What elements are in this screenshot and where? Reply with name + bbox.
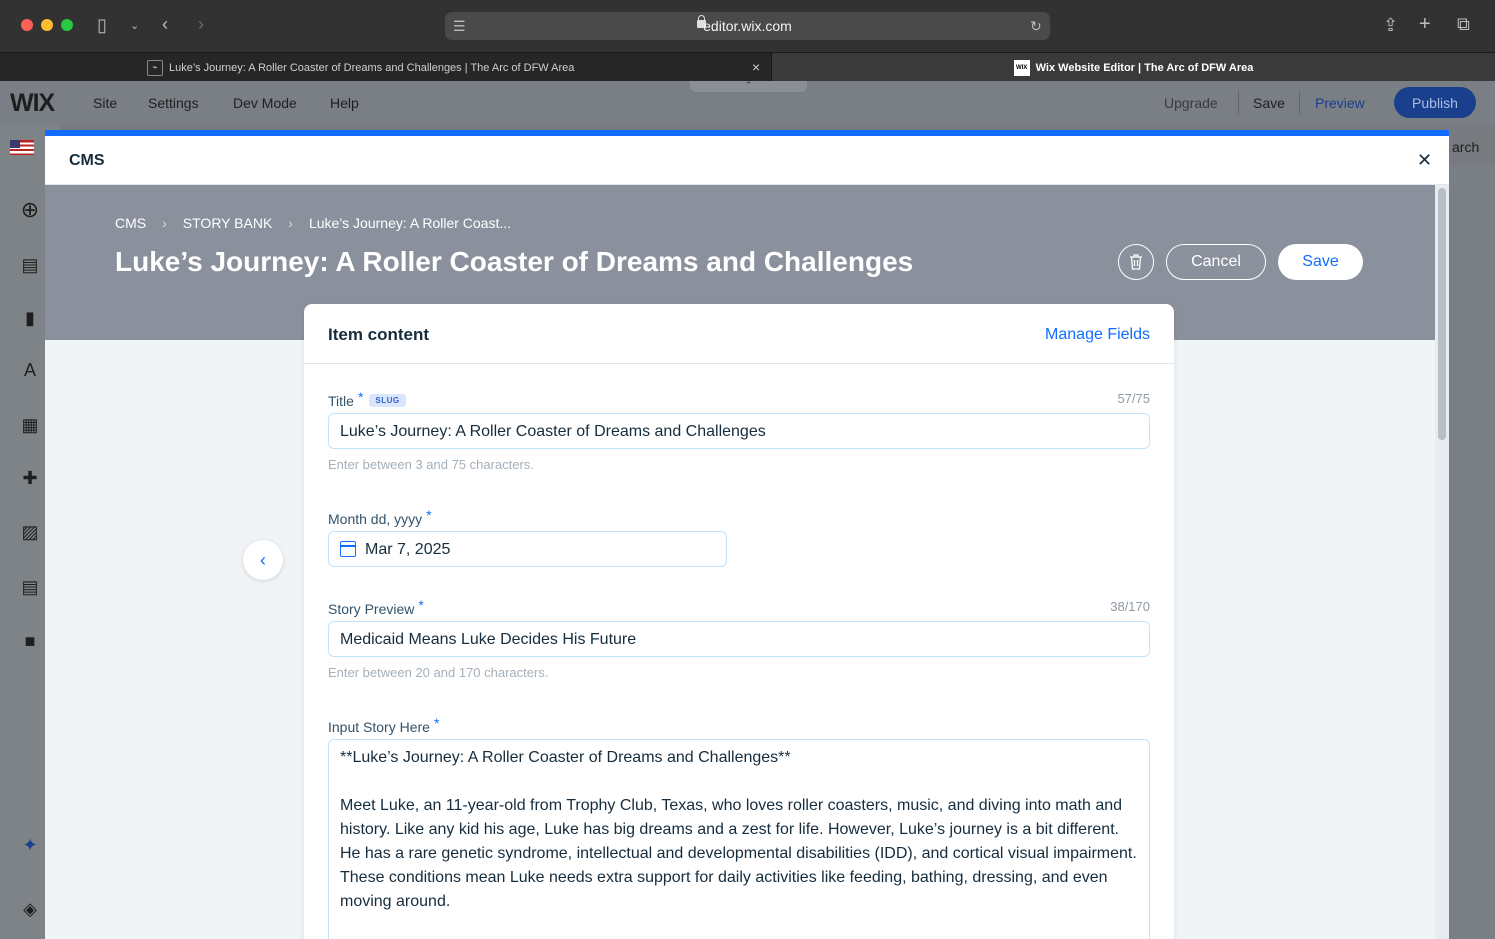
chevron-down-icon[interactable]: ⌄ bbox=[130, 17, 139, 35]
item-content-card: Item content Manage Fields Title * SLUG 57… bbox=[304, 304, 1174, 939]
date-field-label: Month dd, yyyy * bbox=[328, 507, 432, 527]
delete-item-button[interactable] bbox=[1118, 244, 1154, 280]
story-preview-label-text: Story Preview bbox=[328, 601, 415, 617]
browser-titlebar: ▯ ⌄ ‹ › ☰ editor.wix.com ↻ ⇪ + ⧉ bbox=[0, 0, 1495, 52]
story-preview-input-value: Medicaid Means Luke Decides His Future bbox=[340, 631, 637, 648]
tab-overview-icon[interactable]: ⧉ bbox=[1457, 15, 1470, 33]
media-icon[interactable]: ▨ bbox=[20, 522, 40, 542]
divider bbox=[1299, 91, 1300, 115]
language-flag-icon[interactable] bbox=[10, 140, 34, 155]
menu-dev-mode[interactable]: Dev Mode bbox=[233, 95, 297, 111]
title-input-value: Luke’s Journey: A Roller Coaster of Drea… bbox=[340, 423, 766, 440]
collapse-topbar-handle[interactable]: ⌃ bbox=[690, 81, 807, 92]
date-label-text: Month dd, yyyy bbox=[328, 511, 423, 527]
chevron-right-icon: › bbox=[162, 215, 167, 231]
cms-icon[interactable]: ▤ bbox=[20, 577, 40, 597]
story-preview-input[interactable]: Medicaid Means Luke Decides His Future bbox=[328, 621, 1150, 657]
sections-icon[interactable]: ▤ bbox=[20, 255, 40, 275]
cancel-button[interactable]: Cancel bbox=[1166, 244, 1266, 280]
divider bbox=[1238, 91, 1239, 115]
editor-save-button[interactable]: Save bbox=[1253, 95, 1285, 111]
required-marker: * bbox=[357, 389, 364, 405]
tab-wix-editor[interactable]: WIX Wix Website Editor | The Arc of DFW … bbox=[772, 53, 1495, 82]
wix-logo: WIX bbox=[10, 89, 55, 117]
portfolio-icon[interactable]: ■ bbox=[20, 631, 40, 651]
title-label-text: Title bbox=[328, 393, 354, 409]
add-elements-icon[interactable]: ⊕ bbox=[20, 199, 40, 221]
modal-header: CMS ✕ bbox=[45, 136, 1449, 185]
publish-button[interactable]: Publish bbox=[1394, 87, 1476, 118]
calendar-icon[interactable] bbox=[340, 541, 356, 557]
page-favicon-icon: ⌁ bbox=[147, 59, 163, 76]
title-char-counter: 57/75 bbox=[1117, 391, 1150, 406]
sidebar-toggle-icon[interactable]: ▯ bbox=[97, 16, 107, 34]
date-picker-input[interactable]: Mar 7, 2025 bbox=[328, 531, 727, 567]
card-title: Item content bbox=[328, 325, 430, 344]
url-text: editor.wix.com bbox=[703, 18, 792, 34]
address-bar[interactable]: ☰ editor.wix.com ↻ bbox=[445, 12, 1050, 40]
minimize-window-button[interactable] bbox=[41, 19, 53, 31]
editor-right-ruler bbox=[1449, 165, 1495, 939]
trash-icon bbox=[1130, 254, 1142, 270]
manage-fields-link[interactable]: Manage Fields bbox=[1045, 326, 1150, 344]
tab-story[interactable]: ⌁ Luke’s Journey: A Roller Coaster of Dr… bbox=[0, 53, 772, 82]
business-tools-icon[interactable]: ✚ bbox=[20, 468, 40, 488]
story-field-label: Input Story Here * bbox=[328, 715, 439, 735]
required-marker: * bbox=[418, 597, 424, 613]
breadcrumb-cms[interactable]: CMS bbox=[115, 215, 146, 231]
breadcrumb-current-item: Luke’s Journey: A Roller Coast... bbox=[308, 215, 512, 231]
save-button[interactable]: Save bbox=[1278, 244, 1363, 280]
layers-icon[interactable]: ◈ bbox=[20, 899, 40, 919]
close-tab-icon[interactable]: × bbox=[752, 59, 760, 75]
cms-modal: CMS ✕ CMS › STORY BANK › Luke’s Journey:… bbox=[45, 130, 1449, 939]
ai-assistant-icon[interactable]: ✦ bbox=[20, 835, 40, 855]
upgrade-link[interactable]: Upgrade bbox=[1164, 95, 1218, 111]
date-input-value: Mar 7, 2025 bbox=[365, 541, 451, 558]
modal-title: CMS bbox=[69, 152, 105, 169]
menu-help[interactable]: Help bbox=[330, 95, 359, 111]
card-header: Item content Manage Fields bbox=[304, 304, 1174, 364]
story-preview-field-label: Story Preview * bbox=[328, 597, 424, 617]
right-panel-search-text: arch bbox=[1452, 139, 1480, 155]
page-title: Luke’s Journey: A Roller Coaster of Drea… bbox=[115, 246, 914, 277]
title-field-label: Title * SLUG bbox=[328, 389, 406, 409]
title-hint: Enter between 3 and 75 characters. bbox=[328, 457, 534, 472]
menu-site[interactable]: Site bbox=[93, 95, 117, 111]
back-icon[interactable]: ‹ bbox=[162, 15, 168, 33]
modal-scrollbar-thumb[interactable] bbox=[1438, 188, 1446, 440]
story-textarea[interactable]: **Luke’s Journey: A Roller Coaster of Dr… bbox=[328, 739, 1150, 939]
zoom-window-button[interactable] bbox=[61, 19, 73, 31]
required-marker: * bbox=[433, 715, 440, 731]
new-tab-icon[interactable]: + bbox=[1419, 14, 1431, 34]
story-paragraph: Meet Luke, an 11-year-old from Trophy Cl… bbox=[340, 797, 1137, 910]
tab-title: Luke’s Journey: A Roller Coaster of Drea… bbox=[169, 61, 575, 74]
chevron-right-icon: › bbox=[288, 215, 293, 231]
breadcrumb-story-bank[interactable]: STORY BANK bbox=[183, 215, 272, 231]
reload-icon[interactable]: ↻ bbox=[1030, 17, 1042, 35]
required-marker: * bbox=[426, 507, 432, 523]
tab-bar: ⌁ Luke’s Journey: A Roller Coaster of Dr… bbox=[0, 52, 1495, 82]
pages-icon[interactable]: ▮ bbox=[20, 308, 40, 328]
wix-favicon-icon: WIX bbox=[1013, 59, 1030, 76]
apps-icon[interactable]: ▦ bbox=[20, 415, 40, 435]
design-icon[interactable]: A bbox=[20, 360, 40, 380]
close-window-button[interactable] bbox=[21, 19, 33, 31]
menu-settings[interactable]: Settings bbox=[148, 95, 199, 111]
title-input[interactable]: Luke’s Journey: A Roller Coaster of Drea… bbox=[328, 413, 1150, 449]
story-paragraph: **Luke’s Journey: A Roller Coaster of Dr… bbox=[340, 749, 791, 766]
forward-icon[interactable]: › bbox=[198, 15, 204, 33]
editor-preview-button[interactable]: Preview bbox=[1315, 95, 1365, 111]
chevron-left-icon: ‹ bbox=[260, 549, 266, 570]
share-icon[interactable]: ⇪ bbox=[1383, 16, 1398, 34]
tab-title: Wix Website Editor | The Arc of DFW Area bbox=[1035, 61, 1254, 74]
slug-badge: SLUG bbox=[369, 394, 406, 407]
story-label-text: Input Story Here bbox=[328, 719, 430, 735]
previous-item-button[interactable]: ‹ bbox=[243, 540, 283, 580]
story-preview-hint: Enter between 20 and 170 characters. bbox=[328, 665, 549, 680]
story-preview-char-counter: 38/170 bbox=[1110, 599, 1150, 614]
breadcrumb: CMS › STORY BANK › Luke’s Journey: A Rol… bbox=[115, 215, 511, 231]
close-icon[interactable]: ✕ bbox=[1417, 150, 1432, 171]
